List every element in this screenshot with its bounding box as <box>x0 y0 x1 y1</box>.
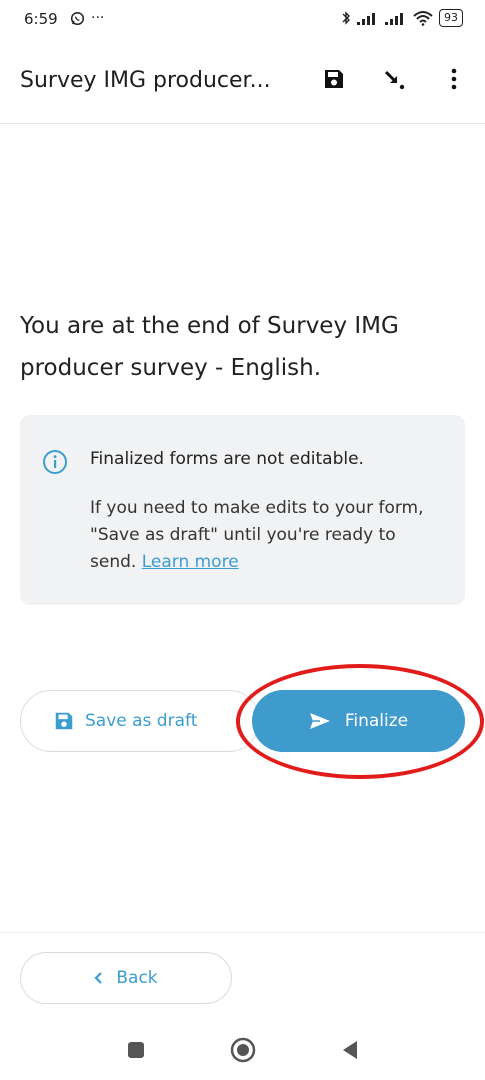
save-icon[interactable] <box>321 66 347 92</box>
signal-icon <box>357 13 375 25</box>
save-as-draft-label: Save as draft <box>85 711 198 731</box>
back-button[interactable]: Back <box>20 952 232 1004</box>
end-of-form-message: You are at the end of Survey IMG produce… <box>20 313 399 381</box>
finalize-button[interactable]: Finalize <box>252 690 465 752</box>
info-body-text: If you need to make edits to your form, … <box>90 498 424 572</box>
save-icon <box>55 712 73 730</box>
app-bar: Survey IMG producer... <box>0 40 485 124</box>
triangle-back-icon <box>343 1041 357 1059</box>
finalize-label: Finalize <box>344 711 409 731</box>
info-title: Finalized forms are not editable. <box>90 449 364 469</box>
info-body: If you need to make edits to your form, … <box>90 495 440 576</box>
bluetooth-icon <box>342 11 350 25</box>
system-nav-bar <box>0 1020 485 1080</box>
home-button[interactable] <box>229 1036 257 1064</box>
back-nav-button[interactable] <box>336 1036 364 1064</box>
overflow-menu-icon[interactable] <box>441 66 467 92</box>
recents-button[interactable] <box>122 1036 150 1064</box>
home-circle-icon <box>230 1037 256 1063</box>
page-title: Survey IMG producer... <box>20 68 271 93</box>
square-icon <box>128 1042 144 1058</box>
chevron-left-icon <box>94 972 103 984</box>
back-label: Back <box>116 968 158 988</box>
save-as-draft-button[interactable]: Save as draft <box>20 690 260 752</box>
wifi-icon <box>413 11 433 26</box>
whatsapp-icon <box>70 11 85 25</box>
jump-to-question-icon[interactable] <box>381 66 407 92</box>
status-bar: 6:59 ··· 93 <box>0 0 485 40</box>
status-time: 6:59 <box>24 10 58 28</box>
divider <box>0 932 485 933</box>
send-icon <box>309 713 330 729</box>
finalize-info-card: Finalized forms are not editable. If you… <box>20 415 465 605</box>
signal-icon-2 <box>385 13 403 25</box>
more-notifications-icon: ··· <box>91 10 105 26</box>
battery-indicator: 93 <box>439 9 463 27</box>
learn-more-link[interactable]: Learn more <box>142 552 239 572</box>
info-icon <box>43 450 67 474</box>
app-bar-actions <box>321 66 467 92</box>
status-right-icons: 93 <box>341 9 463 27</box>
status-left-icons: ··· <box>70 10 104 26</box>
